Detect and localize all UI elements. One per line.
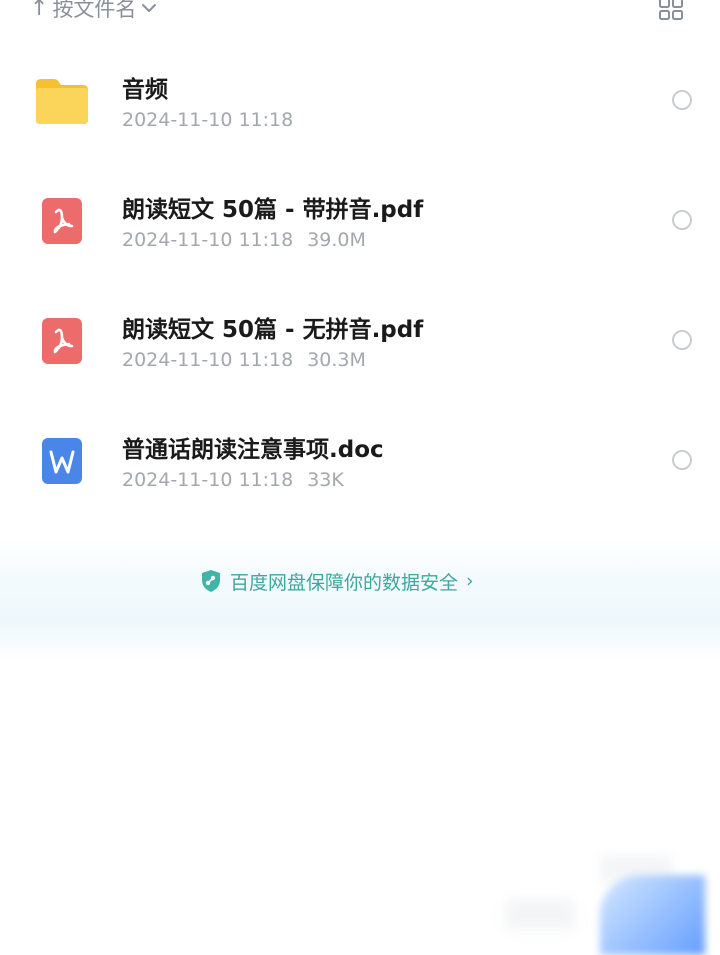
file-meta: 2024-11-10 11:18 39.0M: [122, 229, 366, 251]
chevron-down-icon: [140, 0, 158, 17]
file-date: 2024-11-10 11:18: [122, 109, 294, 131]
pdf-icon: [34, 196, 90, 246]
file-name: 朗读短文 50篇 - 带拼音.pdf: [122, 197, 424, 223]
security-banner-text: 百度网盘保障你的数据安全: [230, 571, 459, 594]
folder-icon: [34, 76, 90, 126]
file-list: 音频 2024-11-10 11:18 朗读短文 50篇 - 带拼音.pdf 2…: [0, 40, 720, 520]
file-date: 2024-11-10 11:18: [122, 349, 294, 371]
file-name: 普通话朗读注意事项.doc: [122, 437, 384, 463]
grid-view-icon[interactable]: [658, 0, 684, 20]
file-name: 朗读短文 50篇 - 无拼音.pdf: [122, 317, 424, 343]
file-row-pdf-pinyin[interactable]: 朗读短文 50篇 - 带拼音.pdf 2024-11-10 11:18 39.0M: [0, 160, 720, 280]
file-row-audio-folder[interactable]: 音频 2024-11-10 11:18: [0, 40, 720, 160]
file-date: 2024-11-10 11:18: [122, 469, 294, 491]
file-meta: 2024-11-10 11:18: [122, 109, 293, 131]
sort-bar: ↑ 按文件名: [0, 0, 720, 26]
file-size: 33K: [307, 469, 344, 491]
select-radio[interactable]: [672, 210, 692, 230]
security-banner-link[interactable]: 百度网盘保障你的数据安全 ›: [200, 566, 474, 596]
upload-fab-button[interactable]: [600, 875, 705, 955]
chevron-right-icon: ›: [466, 570, 474, 592]
sort-label: 按文件名: [52, 0, 137, 21]
promo-band: [0, 540, 720, 660]
select-radio[interactable]: [672, 90, 692, 110]
blurred-region: [505, 900, 575, 930]
file-size: 39.0M: [307, 229, 366, 251]
sort-by-name-button[interactable]: ↑ 按文件名: [30, 0, 158, 24]
pdf-icon: [34, 316, 90, 366]
sort-arrow-icon: ↑: [30, 0, 49, 21]
select-radio[interactable]: [672, 330, 692, 350]
file-meta: 2024-11-10 11:18 33K: [122, 469, 344, 491]
file-row-pdf-no-pinyin[interactable]: 朗读短文 50篇 - 无拼音.pdf 2024-11-10 11:18 30.3M: [0, 280, 720, 400]
select-radio[interactable]: [672, 450, 692, 470]
file-row-doc[interactable]: 普通话朗读注意事项.doc 2024-11-10 11:18 33K: [0, 400, 720, 520]
shield-icon: [200, 569, 222, 593]
file-date: 2024-11-10 11:18: [122, 229, 294, 251]
file-size: 30.3M: [307, 349, 366, 371]
file-name: 音频: [122, 77, 168, 103]
file-meta: 2024-11-10 11:18 30.3M: [122, 349, 366, 371]
word-doc-icon: [34, 436, 90, 486]
